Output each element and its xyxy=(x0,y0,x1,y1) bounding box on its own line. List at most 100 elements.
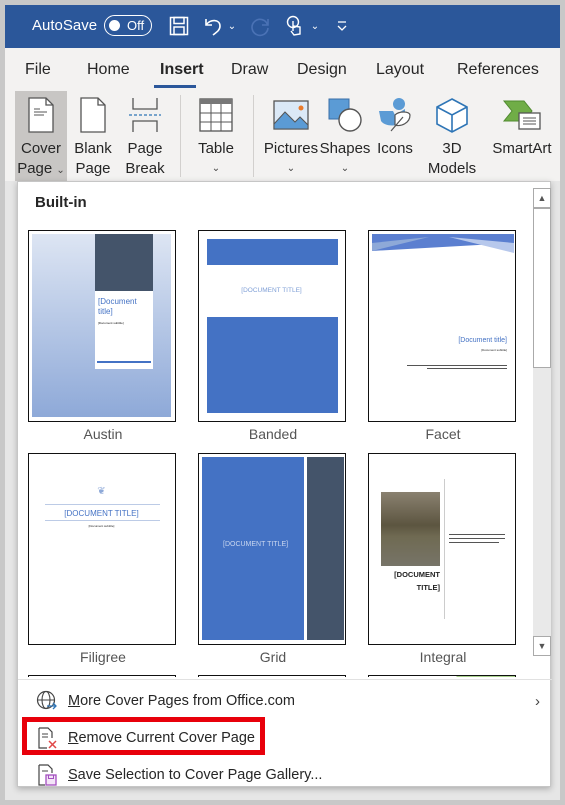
integral-title: [DOCUMENT TITLE] xyxy=(394,570,440,592)
tab-file[interactable]: File xyxy=(25,61,51,79)
pictures-icon xyxy=(263,91,319,139)
template-partial[interactable] xyxy=(198,675,346,677)
banded-title: [DOCUMENT TITLE] xyxy=(241,287,302,294)
ribbon-separator xyxy=(180,95,181,177)
toggle-knob xyxy=(109,20,120,31)
cover-page-gallery: Built-in [Document title] [Document subt… xyxy=(17,181,552,787)
touch-dropdown-icon[interactable]: ⌄ xyxy=(310,13,320,39)
tab-references[interactable]: References xyxy=(457,61,539,79)
shapes-label: Shapes xyxy=(319,140,371,157)
banded-preview: [DOCUMENT TITLE] xyxy=(198,230,346,422)
table-button[interactable]: Table ⌄ xyxy=(191,91,241,181)
template-name: Facet xyxy=(425,426,461,442)
tab-home[interactable]: Home xyxy=(87,61,130,79)
word-window: AutoSave Off ⌄ ⌄ File Home Insert Draw D… xyxy=(5,5,560,800)
facet-subtitle: [Document subtitle] xyxy=(481,348,507,352)
scroll-track[interactable] xyxy=(533,208,551,636)
smartart-icon xyxy=(489,91,555,139)
chevron-down-icon: ⌄ xyxy=(286,163,296,174)
chevron-down-icon: ⌄ xyxy=(340,163,350,174)
cover-page-icon xyxy=(15,91,67,139)
filigree-subtitle: [Document subtitle] xyxy=(88,524,115,528)
blank-page-icon xyxy=(71,91,115,139)
undo-dropdown-icon[interactable]: ⌄ xyxy=(227,13,237,39)
undo-icon[interactable] xyxy=(202,13,226,39)
template-name: Banded xyxy=(248,426,298,442)
touch-mode-icon[interactable] xyxy=(284,13,306,39)
template-filigree[interactable]: ❦ [DOCUMENT TITLE] [Document subtitle] F… xyxy=(28,453,178,665)
austin-title: [Document title] xyxy=(98,297,137,316)
ribbon-tabs: File Home Insert Draw Design Layout Refe… xyxy=(5,48,560,91)
chevron-down-icon: ⌄ xyxy=(56,165,65,176)
save-selection-label: Save Selection to Cover Page Gallery... xyxy=(68,767,323,783)
title-bar: AutoSave Off ⌄ ⌄ xyxy=(5,5,560,48)
blank-page-label-2: Page xyxy=(75,160,111,177)
page-break-button[interactable]: Page Break xyxy=(121,91,169,181)
built-in-heading: Built-in xyxy=(35,194,87,211)
autosave-state: Off xyxy=(127,18,145,33)
pictures-button[interactable]: Pictures ⌄ xyxy=(263,91,319,181)
3d-models-icon xyxy=(422,91,482,139)
grid-title: [DOCUMENT TITLE] xyxy=(223,541,289,548)
template-partial[interactable] xyxy=(28,675,176,677)
menu-divider xyxy=(18,679,552,680)
ribbon-separator xyxy=(253,95,254,177)
template-integral[interactable]: [DOCUMENT TITLE] Integral xyxy=(368,453,518,665)
submenu-arrow-icon: › xyxy=(535,692,540,710)
save-selection-item[interactable]: Save Selection to Cover Page Gallery... xyxy=(18,758,552,792)
autosave-toggle[interactable]: Off xyxy=(104,15,152,36)
scroll-thumb[interactable] xyxy=(533,208,551,368)
icons-icon xyxy=(373,91,417,139)
3d-models-label-1: 3D xyxy=(442,140,462,157)
template-banded[interactable]: [DOCUMENT TITLE] Banded xyxy=(198,230,348,442)
template-austin[interactable]: [Document title] [Document subtitle] Aus… xyxy=(28,230,178,442)
more-cover-pages-label: More Cover Pages from Office.com xyxy=(68,693,295,709)
tab-insert[interactable]: Insert xyxy=(160,61,204,79)
cover-page-label-1: Cover xyxy=(20,140,61,157)
template-partial[interactable] xyxy=(368,675,516,677)
template-grid[interactable]: [DOCUMENT TITLE] Grid xyxy=(198,453,348,665)
chevron-down-icon: ⌄ xyxy=(211,163,221,174)
active-tab-indicator xyxy=(154,85,196,88)
highlight-box xyxy=(22,717,265,755)
tab-design[interactable]: Design xyxy=(297,61,347,79)
blank-page-button[interactable]: Blank Page xyxy=(71,91,115,181)
cover-page-label-2: Page xyxy=(17,160,53,177)
3d-models-button[interactable]: 3D Models ⌄ xyxy=(422,91,482,196)
scroll-up-icon[interactable]: ▲ xyxy=(533,188,551,208)
template-name: Austin xyxy=(83,426,123,442)
more-cover-pages-item[interactable]: More Cover Pages from Office.com › xyxy=(18,684,552,718)
icons-button[interactable]: Icons xyxy=(373,91,417,181)
gallery-grid: [Document title] [Document subtitle] Aus… xyxy=(18,220,531,677)
template-facet[interactable]: [Document title] [Document subtitle] Fac… xyxy=(368,230,518,442)
page-break-label-2: Break xyxy=(125,160,165,177)
page-break-label-1: Page xyxy=(127,140,163,157)
autosave-label: AutoSave xyxy=(32,17,98,34)
smartart-button[interactable]: SmartArt xyxy=(489,91,555,181)
integral-preview: [DOCUMENT TITLE] xyxy=(368,453,516,645)
customize-qat-icon[interactable] xyxy=(335,13,349,39)
redo-icon xyxy=(249,13,273,39)
tab-layout[interactable]: Layout xyxy=(376,61,424,79)
gallery-scrollbar[interactable]: ▲ ▼ xyxy=(533,188,551,678)
facet-preview: [Document title] [Document subtitle] xyxy=(368,230,516,422)
blank-page-label-1: Blank xyxy=(74,140,112,157)
save-to-gallery-icon xyxy=(35,763,59,787)
table-label: Table xyxy=(198,140,234,157)
austin-subtitle: [Document subtitle] xyxy=(98,321,124,325)
icons-label: Icons xyxy=(377,140,413,157)
smartart-label: SmartArt xyxy=(492,140,552,157)
3d-models-label-2: Models xyxy=(427,160,477,177)
scroll-down-icon[interactable]: ▼ xyxy=(533,636,551,656)
table-icon xyxy=(191,91,241,139)
tab-draw[interactable]: Draw xyxy=(231,61,268,79)
austin-preview: [Document title] [Document subtitle] xyxy=(28,230,176,422)
shapes-button[interactable]: Shapes ⌄ xyxy=(319,91,371,181)
save-icon[interactable] xyxy=(168,13,190,39)
page-break-icon xyxy=(121,91,169,139)
cover-page-button[interactable]: Cover Page ⌄ xyxy=(15,91,67,181)
integral-photo xyxy=(381,492,440,566)
template-name: Filigree xyxy=(80,649,126,665)
filigree-ornament-icon: ❦ xyxy=(97,486,106,497)
template-name: Grid xyxy=(259,649,287,665)
